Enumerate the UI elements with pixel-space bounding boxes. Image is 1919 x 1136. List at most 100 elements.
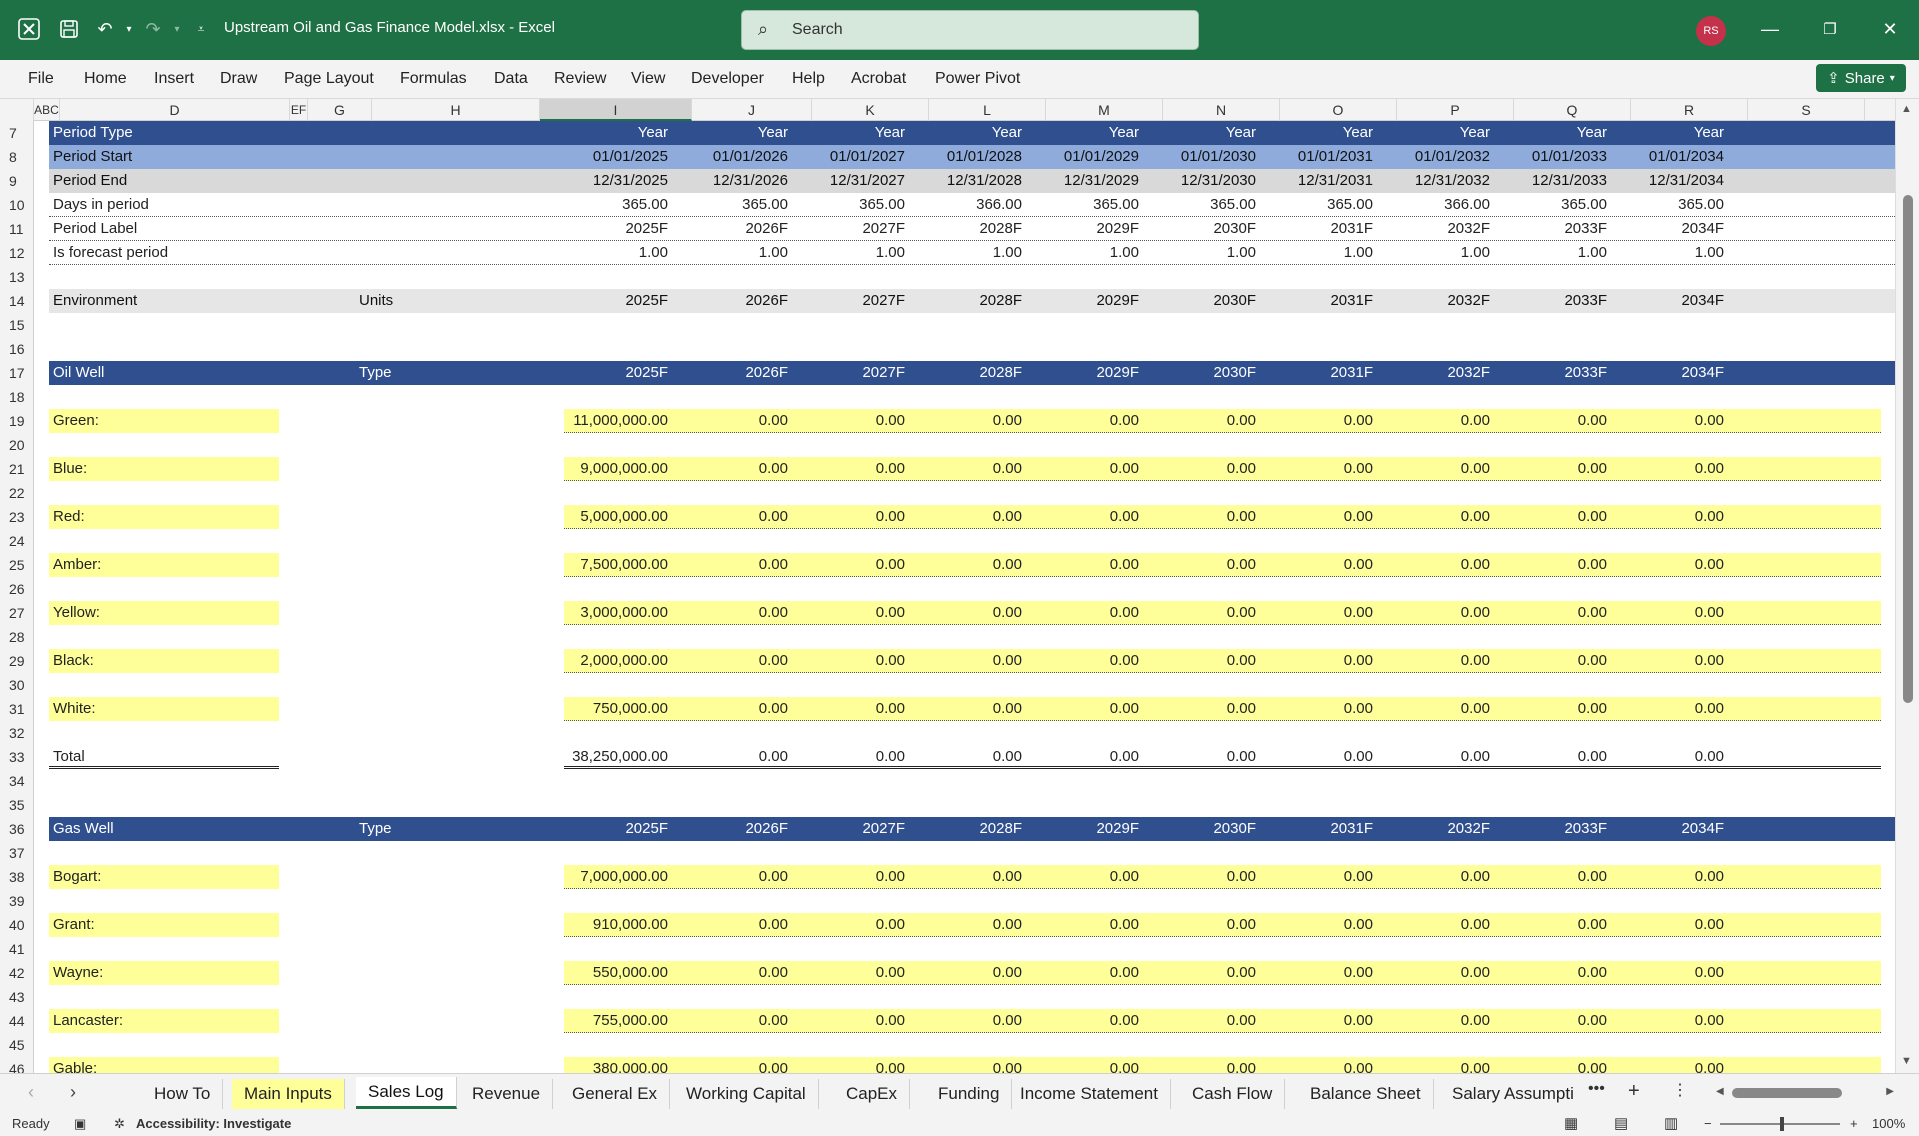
oil-well-item-value[interactable]: 0.00 [812, 601, 929, 625]
oil-well-item-name[interactable]: White: [49, 697, 279, 721]
cell-year-9[interactable]: 2033F [1514, 361, 1631, 385]
oil-well-item-value[interactable]: 0.00 [1397, 649, 1514, 673]
cell-year-8[interactable]: 366.00 [1397, 193, 1514, 217]
oil-well-item-value[interactable]: 0.00 [812, 697, 929, 721]
gas-well-item-value[interactable]: 0.00 [1163, 1057, 1280, 1073]
cell-year-7[interactable]: 2031F [1280, 217, 1397, 241]
gas-well-item-value[interactable]: 0.00 [812, 1057, 929, 1073]
row-header[interactable]: 42 [0, 961, 33, 985]
worksheet-grid[interactable]: Period Type Year Year Year Year Year Year Year Y… [34, 121, 1895, 1073]
cell-year-2[interactable]: 1.00 [692, 241, 812, 265]
oil-total-value[interactable]: 0.00 [1046, 745, 1163, 769]
oil-well-item-value[interactable]: 2,000,000.00 [540, 649, 692, 673]
cell-year-10[interactable]: 1.00 [1631, 241, 1748, 265]
oil-well-type-label[interactable]: Type [355, 361, 505, 385]
gas-well-item-value[interactable]: 0.00 [929, 913, 1046, 937]
oil-total-value[interactable]: 0.00 [1514, 745, 1631, 769]
zoom-slider-knob[interactable] [1780, 1117, 1784, 1131]
scroll-left-icon[interactable]: ◀ [1716, 1086, 1724, 1097]
row-header[interactable]: 36 [0, 817, 33, 841]
cell-year-3[interactable]: Year [812, 121, 929, 145]
oil-well-item-value[interactable]: 5,000,000.00 [540, 505, 692, 529]
minimize-icon[interactable]: — [1750, 14, 1790, 44]
sheet-tab-sales-log[interactable]: Sales Log [356, 1077, 457, 1109]
gas-well-item-name[interactable]: Gable: [49, 1057, 279, 1073]
column-header-g[interactable]: G [308, 99, 372, 121]
cell-year-1[interactable]: 2025F [540, 361, 692, 385]
gas-well-item-value[interactable]: 0.00 [692, 913, 812, 937]
row-header[interactable]: 33 [0, 745, 33, 769]
oil-well-item-value[interactable]: 0.00 [1514, 505, 1631, 529]
oil-well-item-value[interactable]: 0.00 [1397, 553, 1514, 577]
row-header[interactable]: 38 [0, 865, 33, 889]
oil-well-item-value[interactable]: 0.00 [929, 553, 1046, 577]
oil-well-item-value[interactable]: 0.00 [929, 457, 1046, 481]
gas-well-item-value[interactable]: 0.00 [1397, 961, 1514, 985]
oil-well-item-value[interactable]: 0.00 [1163, 553, 1280, 577]
gas-well-item-value[interactable]: 0.00 [1514, 1057, 1631, 1073]
close-icon[interactable]: ✕ [1870, 14, 1910, 44]
oil-well-item-value[interactable]: 0.00 [812, 505, 929, 529]
tab-help[interactable]: Help [792, 70, 825, 88]
oil-well-item-value[interactable]: 0.00 [1514, 649, 1631, 673]
units-label[interactable]: Units [355, 289, 505, 313]
more-sheets-icon[interactable]: ••• [1588, 1080, 1605, 1098]
cell-year-4[interactable]: 2028F [929, 217, 1046, 241]
cell-year-9[interactable]: 01/01/2033 [1514, 145, 1631, 169]
oil-well-item-name[interactable]: Black: [49, 649, 279, 673]
cell-year-1[interactable]: 2025F [540, 217, 692, 241]
period-start-label[interactable]: Period Start [49, 145, 349, 169]
accessibility-icon[interactable]: ✲ [114, 1116, 125, 1132]
oil-well-item-value[interactable]: 0.00 [1163, 649, 1280, 673]
oil-well-item-value[interactable]: 0.00 [1280, 553, 1397, 577]
cell-year-8[interactable]: 2032F [1397, 817, 1514, 841]
cell-year-6[interactable]: 365.00 [1163, 193, 1280, 217]
oil-well-item-value[interactable]: 0.00 [812, 649, 929, 673]
row-header[interactable]: 21 [0, 457, 33, 481]
oil-well-item-value[interactable]: 0.00 [1631, 601, 1748, 625]
tab-draw[interactable]: Draw [220, 70, 257, 88]
gas-well-item-value[interactable]: 380,000.00 [540, 1057, 692, 1073]
row-header[interactable]: 44 [0, 1009, 33, 1033]
sheet-tab-capex[interactable]: CapEx [834, 1079, 911, 1109]
cell-year-2[interactable]: 2026F [692, 817, 812, 841]
cell-year-10[interactable]: 12/31/2034 [1631, 169, 1748, 193]
oil-well-item-value[interactable]: 0.00 [1046, 649, 1163, 673]
oil-well-item-value[interactable]: 0.00 [1514, 697, 1631, 721]
cell-year-4[interactable]: 12/31/2028 [929, 169, 1046, 193]
cell-year-10[interactable]: 2034F [1631, 289, 1748, 313]
oil-well-item-value[interactable]: 0.00 [1631, 697, 1748, 721]
gas-well-item-value[interactable]: 7,000,000.00 [540, 865, 692, 889]
cell-year-3[interactable]: 2027F [812, 217, 929, 241]
row-header[interactable]: 10 [0, 193, 33, 217]
cell-year-1[interactable]: 01/01/2025 [540, 145, 692, 169]
period-label-label[interactable]: Period Label [49, 217, 349, 241]
oil-well-item-value[interactable]: 0.00 [1046, 505, 1163, 529]
gas-well-item-value[interactable]: 0.00 [1046, 1009, 1163, 1033]
cell-year-2[interactable]: 01/01/2026 [692, 145, 812, 169]
zoom-level[interactable]: 100% [1872, 1116, 1905, 1131]
cell-year-7[interactable]: 2031F [1280, 289, 1397, 313]
row-header[interactable]: 37 [0, 841, 33, 865]
cell-year-8[interactable]: 1.00 [1397, 241, 1514, 265]
oil-well-item-value[interactable]: 0.00 [1046, 601, 1163, 625]
gas-well-item-value[interactable]: 0.00 [1631, 913, 1748, 937]
tab-acrobat[interactable]: Acrobat [851, 70, 906, 88]
scroll-up-icon[interactable]: ▲ [1901, 103, 1912, 115]
oil-well-item-value[interactable]: 0.00 [1280, 601, 1397, 625]
gas-well-item-value[interactable]: 755,000.00 [540, 1009, 692, 1033]
cell-year-8[interactable]: 2032F [1397, 289, 1514, 313]
row-header[interactable]: 19 [0, 409, 33, 433]
row-header[interactable]: 40 [0, 913, 33, 937]
cell-year-4[interactable]: 2028F [929, 289, 1046, 313]
column-header-j[interactable]: J [692, 99, 812, 121]
zoom-in-icon[interactable]: + [1850, 1116, 1858, 1131]
gas-well-item-value[interactable]: 0.00 [1163, 961, 1280, 985]
cell-year-10[interactable]: 365.00 [1631, 193, 1748, 217]
next-sheet-icon[interactable]: › [70, 1082, 76, 1103]
row-header[interactable]: 45 [0, 1033, 33, 1057]
cell-year-5[interactable]: 1.00 [1046, 241, 1163, 265]
scroll-right-icon[interactable]: ▶ [1886, 1086, 1894, 1097]
cell-year-9[interactable]: 12/31/2033 [1514, 169, 1631, 193]
oil-well-item-value[interactable]: 0.00 [1280, 697, 1397, 721]
